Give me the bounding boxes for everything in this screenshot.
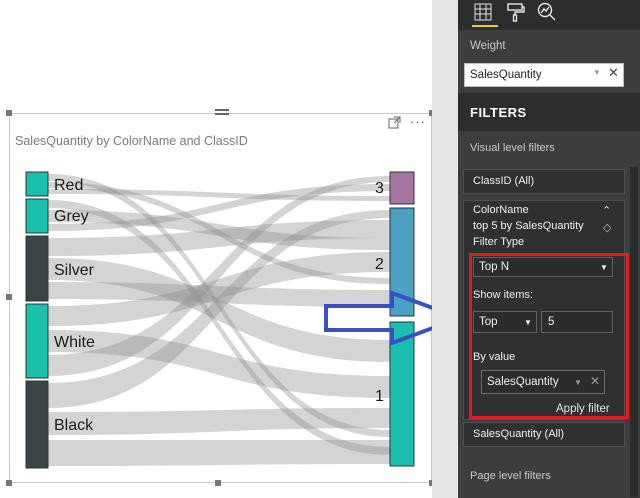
highlight-box: [469, 253, 629, 419]
report-canvas: ··· SalesQuantity by ColorName and Class…: [0, 0, 464, 498]
eraser-icon[interactable]: ◇: [603, 221, 611, 234]
sankey-chart: Red Grey Silver White Black 3 2 1: [25, 171, 415, 469]
paint-roller-icon: [507, 3, 525, 22]
sankey-source-label: Grey: [54, 208, 89, 225]
close-icon[interactable]: ✕: [608, 65, 619, 81]
sankey-source-node[interactable]: [25, 198, 49, 234]
weight-section: Weight SalesQuantity ▼ ✕: [458, 30, 640, 92]
fields-grid-icon: [474, 3, 492, 21]
sankey-source-label: Red: [54, 177, 83, 194]
weight-field-well[interactable]: SalesQuantity ▼ ✕: [464, 63, 624, 87]
chevron-up-icon[interactable]: ⌃: [602, 204, 611, 217]
filter-salesquantity-label: SalesQuantity (All): [473, 428, 565, 440]
sankey-target-label: 3: [375, 180, 384, 197]
filter-colorname-field: ColorName: [473, 204, 529, 216]
analytics-magnifier-icon: [537, 2, 556, 21]
tab-fields[interactable]: [472, 1, 498, 27]
filter-classid-label: ClassID (All): [473, 175, 535, 187]
sankey-source-node[interactable]: [25, 303, 49, 379]
tab-analytics[interactable]: [536, 1, 562, 27]
sankey-target-node[interactable]: [389, 171, 415, 205]
sankey-source-node[interactable]: [25, 380, 49, 469]
page-level-label: Page level filters: [470, 470, 551, 482]
sankey-link[interactable]: [48, 408, 390, 435]
sankey-link[interactable]: [48, 440, 390, 466]
sankey-target-label: 2: [375, 256, 384, 273]
sankey-source-label: Black: [54, 417, 94, 434]
chevron-down-icon[interactable]: ▼: [593, 68, 601, 77]
weight-field-name: SalesQuantity: [470, 69, 542, 81]
weight-label: Weight: [470, 40, 506, 52]
filter-card-classid[interactable]: ClassID (All): [463, 169, 625, 194]
sankey-source-node[interactable]: [25, 171, 49, 197]
sankey-source-node[interactable]: [25, 235, 49, 302]
filter-type-label: Filter Type: [473, 236, 525, 248]
pane-divider: [432, 0, 458, 498]
sankey-target-label: 1: [375, 388, 384, 405]
tab-format[interactable]: [504, 1, 530, 27]
pane-body: Weight SalesQuantity ▼ ✕ FILTERS Visual …: [458, 0, 640, 498]
sankey-source-label: Silver: [54, 262, 95, 279]
scrollbar[interactable]: [630, 167, 638, 497]
filters-header: FILTERS: [458, 93, 640, 131]
filters-pane: Weight SalesQuantity ▼ ✕ FILTERS Visual …: [432, 0, 640, 498]
sankey-source-label: White: [54, 334, 95, 351]
visual-level-label: Visual level filters: [470, 142, 555, 154]
filter-colorname-summary: top 5 by SalesQuantity: [473, 220, 584, 232]
filters-title: FILTERS: [470, 105, 527, 120]
visualization-tabs: [458, 0, 640, 30]
filter-card-salesquantity[interactable]: SalesQuantity (All): [463, 422, 625, 447]
